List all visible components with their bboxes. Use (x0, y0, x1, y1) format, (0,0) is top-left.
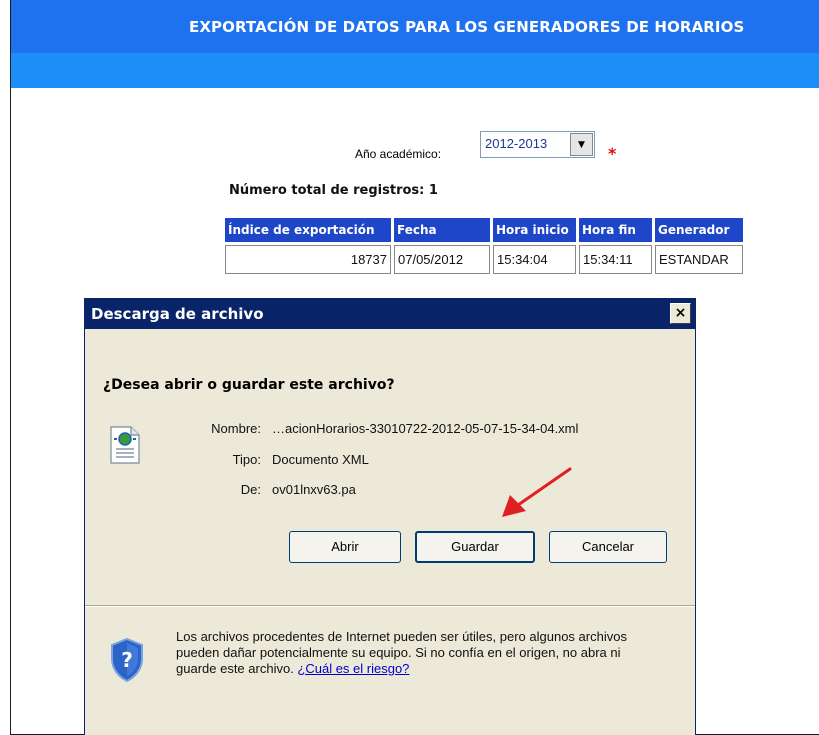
year-label: Año académico: (355, 147, 442, 161)
risk-link[interactable]: ¿Cuál es el riesgo? (297, 661, 409, 676)
file-from-label: De: (240, 482, 261, 497)
total-records: Número total de registros: 1 (229, 183, 438, 198)
cell-end-time: 15:34:11 (579, 245, 652, 274)
col-date: Fecha (394, 218, 490, 242)
cell-export-index: 18737 (225, 245, 391, 274)
col-end-time: Hora fin (579, 218, 652, 242)
save-button[interactable]: Guardar (415, 531, 535, 563)
cell-generator: ESTANDAR (655, 245, 743, 274)
table-header-row: Índice de exportación Fecha Hora inicio … (225, 218, 743, 242)
dropdown-arrow-icon[interactable]: ▼ (570, 133, 593, 156)
file-from-value: ov01lnxv63.pa (272, 482, 356, 497)
file-from-row: De: ov01lnxv63.pa (85, 482, 695, 498)
file-type-label: Tipo: (232, 452, 261, 467)
cell-start-time: 15:34:04 (493, 245, 576, 274)
required-mark: * (608, 144, 617, 163)
dialog-separator (85, 605, 695, 607)
dialog-question: ¿Desea abrir o guardar este archivo? (103, 377, 395, 393)
file-type-value: Documento XML (272, 452, 369, 467)
col-start-time: Hora inicio (493, 218, 576, 242)
year-select-value: 2012-2013 (485, 136, 548, 151)
export-table: Índice de exportación Fecha Hora inicio … (222, 215, 746, 277)
col-export-index: Índice de exportación (225, 218, 391, 242)
close-icon[interactable]: × (670, 303, 691, 324)
table-row[interactable]: 18737 07/05/2012 15:34:04 15:34:11 ESTAN… (225, 245, 743, 274)
shield-question-icon: ? (111, 637, 143, 683)
page-header: EXPORTACIÓN DE DATOS PARA LOS GENERADORE… (11, 0, 819, 53)
year-select[interactable]: 2012-2013 ▼ (480, 131, 595, 158)
security-warning: Los archivos procedentes de Internet pue… (176, 629, 646, 677)
open-button[interactable]: Abrir (289, 531, 401, 563)
file-name-label: Nombre: (211, 421, 261, 436)
col-generator: Generador (655, 218, 743, 242)
page-subheader-bar (11, 53, 819, 88)
dialog-title: Descarga de archivo (91, 305, 264, 323)
red-arrow-icon (502, 467, 572, 517)
page-title: EXPORTACIÓN DE DATOS PARA LOS GENERADORE… (189, 18, 745, 36)
file-name-value: …acionHorarios-33010722-2012-05-07-15-34… (272, 421, 579, 436)
cancel-button[interactable]: Cancelar (549, 531, 667, 563)
file-name-row: Nombre: …acionHorarios-33010722-2012-05-… (85, 421, 695, 437)
file-type-row: Tipo: Documento XML (85, 452, 695, 468)
svg-text:?: ? (121, 648, 133, 672)
file-download-dialog: Descarga de archivo × ¿Desea abrir o gua… (84, 298, 696, 735)
dialog-title-bar[interactable]: Descarga de archivo × (85, 299, 695, 329)
cell-date: 07/05/2012 (394, 245, 490, 274)
